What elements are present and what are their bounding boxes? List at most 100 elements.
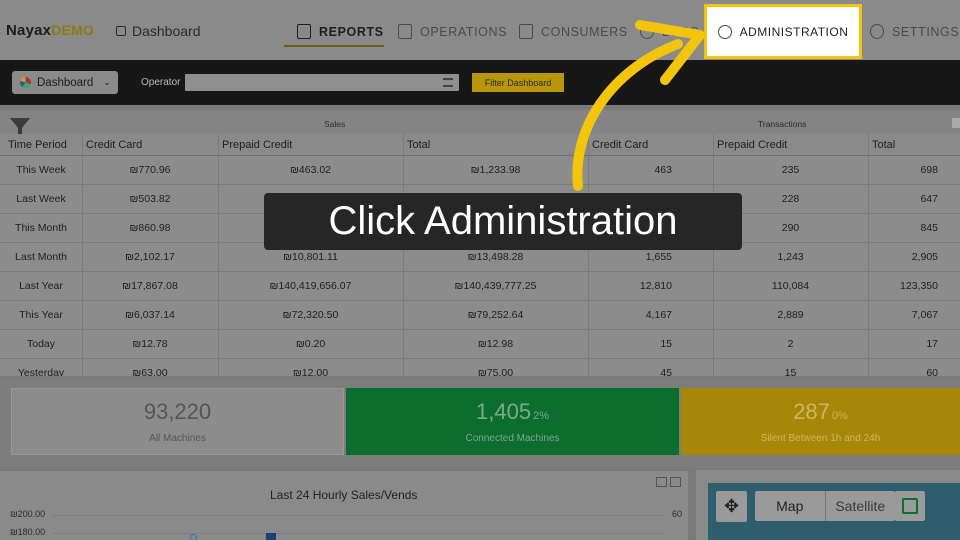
chevron-down-icon: ⌄ xyxy=(103,77,111,87)
table-cell: ₪770.96 xyxy=(129,164,171,176)
tab-administration[interactable]: ADMINISTRATION xyxy=(704,4,862,59)
table-cell: This Month xyxy=(15,222,67,234)
all-machines-card[interactable]: 93,220 All Machines xyxy=(11,388,344,455)
operations-icon xyxy=(398,24,412,39)
table-cell: ₪503.82 xyxy=(129,193,171,205)
connected-value: 1,405 xyxy=(476,399,532,424)
table-group-header: Sales Transactions xyxy=(0,110,960,136)
table-cell: 110,084 xyxy=(771,280,810,292)
col-sales-credit-card[interactable]: Credit Card xyxy=(86,139,142,151)
report-icon xyxy=(297,24,311,39)
table-cell: ₪63.00 xyxy=(132,367,168,376)
breadcrumb[interactable]: Dashboard xyxy=(116,23,201,39)
y2-tick: 60 xyxy=(672,509,683,519)
pie-chart-icon xyxy=(20,77,31,88)
table-cell: 15 xyxy=(784,367,797,376)
table-cell: 60 xyxy=(926,367,938,376)
table-cell: 647 xyxy=(920,193,938,205)
all-machines-value: 93,220 xyxy=(143,399,212,424)
hourly-sales-chart: Last 24 Hourly Sales/Vends ₪200.00 ₪180.… xyxy=(0,470,688,540)
col-time-period[interactable]: Time Period xyxy=(8,139,67,151)
connected-label: Connected Machines xyxy=(465,433,560,444)
col-sales-prepaid[interactable]: Prepaid Credit xyxy=(222,139,292,151)
logo-demo-text: DEMO xyxy=(51,22,95,38)
table-cell: ₪12.00 xyxy=(292,367,329,376)
table-cell: ₪12.78 xyxy=(132,338,168,350)
tab-logs-label: LOGS xyxy=(662,24,700,39)
breadcrumb-label: Dashboard xyxy=(132,23,201,39)
table-cell: ₪463.02 xyxy=(289,164,332,176)
table-cell: ₪6,037.14 xyxy=(125,309,175,321)
grid-icon xyxy=(116,26,126,36)
col-tx-total[interactable]: Total xyxy=(872,139,895,151)
consumers-icon xyxy=(519,24,533,39)
table-cell: ₪860.98 xyxy=(129,222,171,234)
col-tx-prepaid[interactable]: Prepaid Credit xyxy=(717,139,787,151)
table-cell: ₪140,439,777.25 xyxy=(454,280,537,292)
connected-pct: 2% xyxy=(533,410,549,422)
dashboard-select[interactable]: Dashboard ⌄ xyxy=(12,71,118,94)
table-cell: 123,350 xyxy=(900,280,938,292)
silent-machines-card[interactable]: 287 0% Silent Between 1h and 24h xyxy=(681,388,960,455)
silent-pct: 0% xyxy=(831,410,848,422)
table-cell: ₪140,419,656.07 xyxy=(269,280,352,292)
col-tx-credit-card[interactable]: Credit Card xyxy=(592,139,648,151)
table-row[interactable]: Today ₪12.78 ₪0.20 ₪12.98 15 2 17 xyxy=(0,330,960,359)
logo-text: Nayax xyxy=(6,22,52,39)
group-sales: Sales xyxy=(324,119,346,129)
table-cell: ₪0.20 xyxy=(295,338,326,350)
table-cell: 698 xyxy=(920,164,938,176)
y-tick: ₪200.00 xyxy=(10,509,46,519)
instruction-caption: Click Administration xyxy=(264,193,742,250)
active-tab-indicator xyxy=(284,45,384,47)
table-row[interactable]: Yesterday ₪63.00 ₪12.00 ₪75.00 45 15 60 xyxy=(0,359,960,376)
tab-consumers[interactable]: CONSUMERS xyxy=(519,24,628,39)
tab-operations-label: OPERATIONS xyxy=(420,24,508,39)
table-cell: This Week xyxy=(16,164,66,176)
table-cell: Last Year xyxy=(19,280,63,292)
table-row[interactable]: This Week ₪770.96 ₪463.02 ₪1,233.98 463 235 69… xyxy=(0,156,960,185)
y-tick: ₪180.00 xyxy=(10,527,46,537)
operator-input[interactable] xyxy=(185,74,459,91)
satellite-button[interactable]: Satellite xyxy=(824,491,896,521)
nayax-logo[interactable]: NayaxDEMO xyxy=(6,22,94,39)
chart-bar xyxy=(266,533,276,540)
table-cell: 845 xyxy=(920,222,938,234)
operator-label: Operator xyxy=(141,77,181,88)
table-header: Time Period Credit Card Prepaid Credit T… xyxy=(0,134,960,156)
admin-gauge-icon xyxy=(717,24,732,39)
tab-reports[interactable]: REPORTS xyxy=(297,24,384,39)
image-export-icon[interactable] xyxy=(656,477,667,487)
floppy-icon xyxy=(902,498,918,514)
table-row[interactable]: Last Year ₪17,867.08 ₪140,419,656.07 ₪140,4… xyxy=(0,272,960,301)
tab-administration-label: ADMINISTRATION xyxy=(739,24,849,39)
tab-operations[interactable]: OPERATIONS xyxy=(398,24,507,39)
filter-dashboard-button[interactable]: Filter Dashboard xyxy=(472,73,564,92)
table-row[interactable]: This Year ₪6,037.14 ₪72,320.50 ₪79,252.64 4,… xyxy=(0,301,960,330)
connected-machines-card[interactable]: 1,405 2% Connected Machines xyxy=(346,388,679,455)
chart-title: Last 24 Hourly Sales/Vends xyxy=(270,488,418,502)
silent-value: 287 xyxy=(793,399,830,424)
table-cell: ₪17,867.08 xyxy=(122,280,178,292)
table-cell: ₪13,498.28 xyxy=(467,251,524,263)
list-icon[interactable] xyxy=(443,78,453,87)
scrollbar[interactable] xyxy=(952,118,960,128)
table-cell: ₪12.98 xyxy=(477,338,514,350)
group-transactions: Transactions xyxy=(758,119,807,129)
table-cell: 4,167 xyxy=(645,309,672,321)
table-cell: ₪2,102.17 xyxy=(125,251,175,263)
table-cell: This Year xyxy=(19,309,63,321)
col-sales-total[interactable]: Total xyxy=(407,139,430,151)
table-cell: 2 xyxy=(787,338,794,350)
tab-reports-label: REPORTS xyxy=(319,24,384,39)
save-button[interactable] xyxy=(895,491,925,521)
tab-logs[interactable]: LOGS xyxy=(640,24,699,39)
download-icon[interactable] xyxy=(670,477,681,487)
chart-point xyxy=(190,534,197,540)
table-cell: 12,810 xyxy=(639,280,672,292)
tab-settings[interactable]: SETTINGS xyxy=(870,24,959,39)
move-icon[interactable]: ✥ xyxy=(716,491,747,522)
map-button[interactable]: Map xyxy=(755,491,825,521)
table-cell: 17 xyxy=(926,338,938,350)
logs-icon xyxy=(640,24,654,39)
